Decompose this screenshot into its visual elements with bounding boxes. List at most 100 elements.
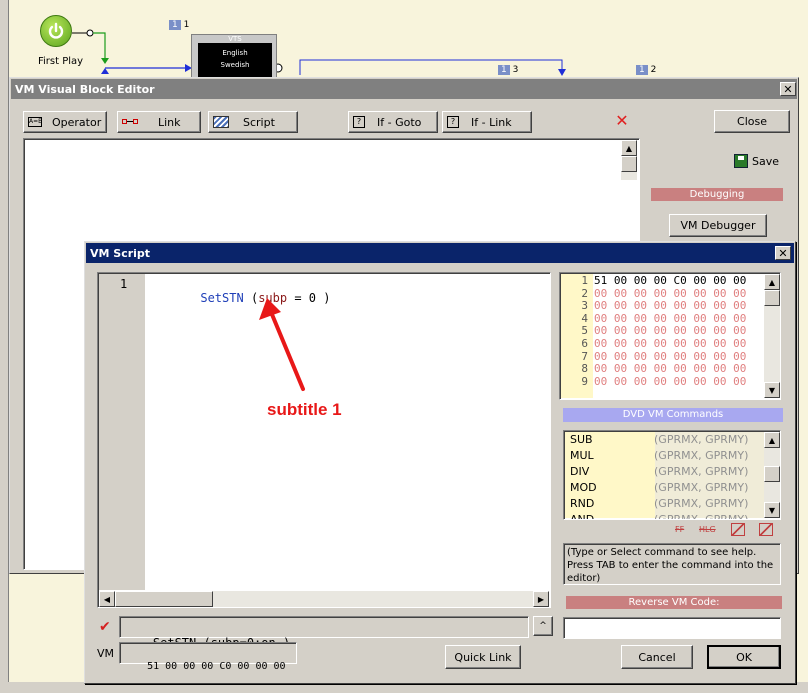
debugging-header: Debugging: [651, 188, 783, 201]
valid-check-icon: ✔: [99, 619, 111, 635]
delete-icon[interactable]: ✕: [614, 113, 630, 129]
reverse-vm-header: Reverse VM Code:: [566, 596, 782, 609]
vm-debugger-button[interactable]: VM Debugger: [669, 214, 767, 237]
command-row[interactable]: MOD (GPRMX, GPRMY): [564, 480, 764, 496]
hex-row-value: 00 00 00 00 00 00 00 00: [594, 362, 747, 376]
cancel-button[interactable]: Cancel: [621, 645, 693, 669]
badge-2: 1 2: [636, 65, 656, 75]
hex-view[interactable]: 1 51 00 00 00 C0 00 00 00 2 00 00 00 00 00 …: [559, 272, 781, 400]
command-row[interactable]: SUB (GPRMX, GPRMY): [564, 432, 764, 448]
hex-row-number: 9: [581, 374, 588, 388]
block-editor-titlebar[interactable]: VM Visual Block Editor: [11, 79, 797, 99]
hex-row-value: 00 00 00 00 00 00 00 00: [594, 349, 747, 363]
hex-row: 5 00 00 00 00 00 00 00 00: [560, 325, 746, 337]
grid-disabled-icon[interactable]: [731, 523, 745, 536]
hex-rows: 1 51 00 00 00 C0 00 00 00 2 00 00 00 00 00 …: [560, 275, 764, 395]
hex-vscroll[interactable]: ▲ ▼: [764, 274, 780, 398]
command-row[interactable]: DIV (GPRMX, GPRMY): [564, 464, 764, 480]
hex-row-value: 00 00 00 00 00 00 00 00: [594, 324, 747, 338]
hex-row-value: 51 00 00 00 C0 00 00 00: [594, 274, 747, 287]
command-name: AND: [570, 513, 595, 520]
command-name: MOD: [570, 481, 597, 494]
hex-row: 4 00 00 00 00 00 00 00 00: [560, 311, 746, 325]
save-icon: [734, 154, 748, 168]
scroll-right-arrow-icon[interactable]: ▶: [533, 591, 549, 607]
hex-row-number: 8: [581, 362, 588, 376]
commands-scroll-down-icon[interactable]: ▼: [764, 502, 780, 518]
hex-row-number: 7: [581, 349, 588, 363]
if-goto-button[interactable]: ? If - Goto: [348, 111, 438, 133]
command-args: (GPRMX, GPRMY): [654, 513, 749, 520]
command-name: MUL: [570, 449, 594, 462]
operator-icon: A=B: [28, 117, 43, 127]
hex-scroll-up-icon[interactable]: ▲: [764, 274, 780, 290]
command-line-field[interactable]: SetSTN (subp=0:on ): [119, 616, 529, 650]
code-command: SetSTN: [200, 291, 244, 305]
command-args: (GPRMX, GPRMY): [654, 433, 749, 446]
scroll-up-arrow-icon[interactable]: ▲: [621, 140, 637, 156]
line-number: 1: [120, 277, 128, 291]
scroll-left-arrow-icon[interactable]: ◀: [99, 591, 115, 607]
hex-scroll-down-icon[interactable]: ▼: [764, 382, 780, 398]
annotation-arrow: [259, 298, 305, 391]
hex-row-number: 5: [581, 324, 588, 338]
if-link-button[interactable]: ? If - Link: [442, 111, 532, 133]
close-button[interactable]: Close: [714, 110, 790, 133]
save-button[interactable]: Save: [734, 154, 779, 168]
hex-row-value: 00 00 00 00 00 00 00 00: [594, 337, 747, 350]
command-name: RND: [570, 497, 595, 510]
vm-value-field: 51 00 00 00 C0 00 00 00: [119, 642, 297, 672]
reverse-vm-input[interactable]: [563, 617, 781, 639]
hex-row-value: 00 00 00 00 00 00 00 00: [594, 299, 747, 313]
hlg-icon[interactable]: HLG: [699, 525, 716, 534]
commands-scroll-up-icon[interactable]: ▲: [764, 432, 780, 448]
ok-button[interactable]: OK: [707, 645, 781, 669]
vm-script-title: VM Script: [90, 246, 151, 260]
annotation-label: subtitle 1: [267, 400, 342, 419]
vts-line-2: Swedish: [220, 61, 250, 69]
badge-3: 1 3: [498, 65, 518, 75]
if-goto-icon: ?: [353, 116, 365, 128]
hex-row-number: 1: [581, 274, 588, 287]
commands-vscroll[interactable]: ▲ ▼: [764, 432, 780, 518]
expand-up-button[interactable]: ^: [533, 616, 553, 636]
hex-row-number: 4: [581, 311, 588, 325]
chevron-up-icon: ^: [539, 621, 547, 631]
block-editor-close-icon[interactable]: ✕: [780, 82, 796, 96]
hex-row-number: 3: [581, 299, 588, 313]
hex-row: 3 00 00 00 00 00 00 00 00: [560, 300, 746, 312]
hex-row: 6 00 00 00 00 00 00 00 00: [560, 338, 746, 350]
quick-link-button[interactable]: Quick Link: [445, 645, 521, 669]
block-editor-vscroll[interactable]: ▲: [621, 140, 637, 180]
table-disabled-icon[interactable]: [759, 523, 773, 536]
command-row[interactable]: MUL (GPRMX, GPRMY): [564, 448, 764, 464]
vts-line-1: English: [222, 49, 248, 57]
vts-title: VTS: [228, 35, 242, 43]
script-button[interactable]: Script: [208, 111, 298, 133]
operator-button[interactable]: A=B Operator: [23, 111, 107, 133]
editor-hscroll[interactable]: ◀ ▶: [99, 591, 549, 607]
ff-icon[interactable]: FF: [675, 525, 684, 534]
vts-node[interactable]: English Swedish VTS: [191, 34, 277, 80]
link-icon: [122, 118, 138, 126]
script-editor[interactable]: 1 SetSTN (subp = 0 ) ◀ ▶: [97, 272, 551, 608]
vts-screen: English Swedish: [198, 43, 272, 77]
command-args: (GPRMX, GPRMY): [654, 465, 749, 478]
flow-connections: [72, 29, 566, 76]
hex-row: 9 00 00 00 00 00 00 00 00: [560, 374, 746, 388]
help-text-box: (Type or Select command to see help. Pre…: [563, 543, 781, 585]
dvd-commands-header: DVD VM Commands: [563, 408, 783, 422]
link-button[interactable]: Link: [117, 111, 201, 133]
hex-row: 8 00 00 00 00 00 00 00 00: [560, 363, 746, 375]
command-args: (GPRMX, GPRMY): [654, 449, 749, 462]
script-icon: [213, 116, 229, 128]
commands-list[interactable]: SUB (GPRMX, GPRMY) MUL (GPRMX, GPRMY) DIV (GP…: [563, 430, 781, 520]
line-number-gutter: [99, 274, 145, 590]
command-name: SUB: [570, 433, 593, 446]
if-link-icon: ?: [447, 116, 459, 128]
command-row[interactable]: RND (GPRMX, GPRMY): [564, 496, 764, 512]
command-row[interactable]: AND (GPRMX, GPRMY): [564, 512, 764, 520]
command-rows: SUB (GPRMX, GPRMY) MUL (GPRMX, GPRMY) DIV (GP…: [564, 432, 764, 520]
vm-script-titlebar[interactable]: VM Script: [86, 243, 794, 263]
vm-script-close-icon[interactable]: ✕: [775, 246, 791, 260]
